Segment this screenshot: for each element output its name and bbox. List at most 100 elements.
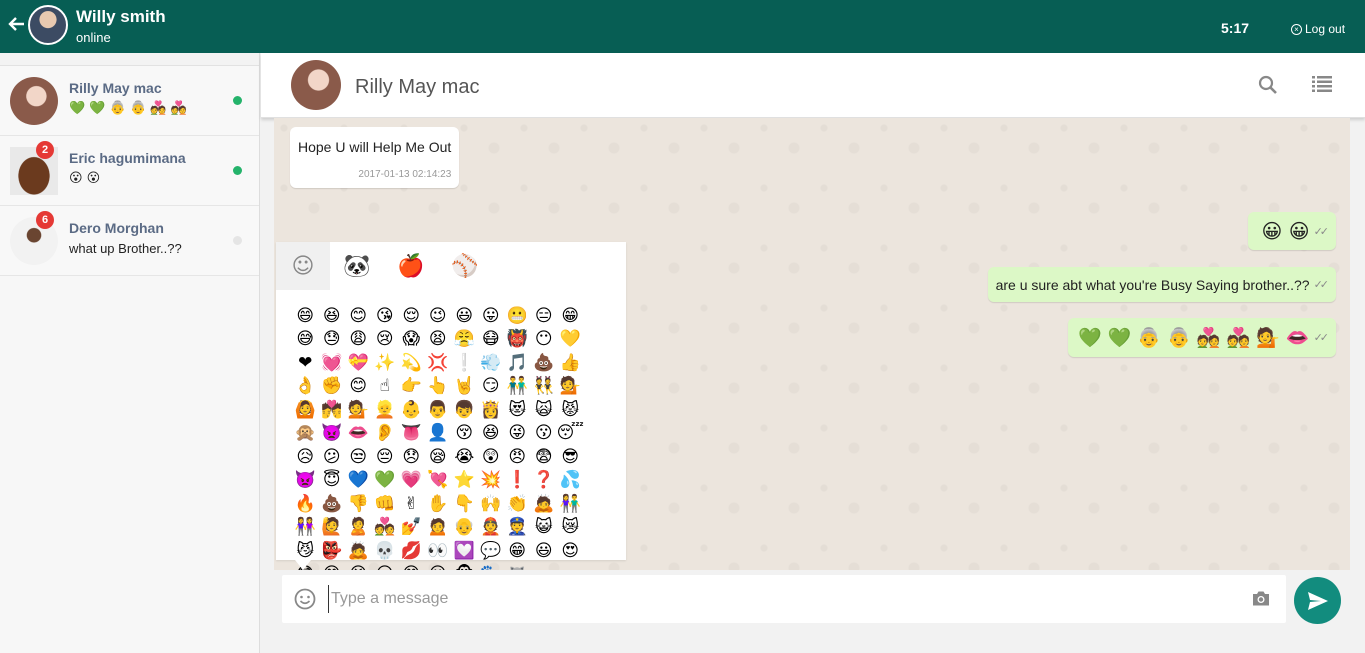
- emoji-option[interactable]: 😜: [504, 422, 531, 446]
- emoji-option[interactable]: 🙋: [319, 516, 346, 540]
- emoji-option[interactable]: 😬: [504, 304, 531, 328]
- emoji-option[interactable]: 🙀: [531, 398, 558, 422]
- back-arrow-icon[interactable]: [6, 14, 26, 34]
- emoji-option[interactable]: ☝: [372, 375, 399, 399]
- emoji-option[interactable]: 👄: [345, 422, 372, 446]
- tab-ball[interactable]: ⚾: [438, 242, 492, 290]
- emoji-option[interactable]: 🤘: [451, 375, 478, 399]
- emoji-option[interactable]: 😠: [504, 445, 531, 469]
- emoji-option[interactable]: 😨: [531, 445, 558, 469]
- emoji-option[interactable]: 😷: [478, 328, 505, 352]
- contact-item-dero[interactable]: 6 Dero Morghan what up Brother..??: [0, 206, 259, 276]
- emoji-option[interactable]: 😻: [504, 398, 531, 422]
- list-menu-icon[interactable]: [1312, 75, 1332, 93]
- emoji-option[interactable]: 😌: [398, 304, 425, 328]
- emoji-option[interactable]: 💙: [345, 469, 372, 493]
- emoji-option[interactable]: 👹: [504, 328, 531, 352]
- emoji-option[interactable]: 👌: [292, 375, 319, 399]
- emoji-toggle-icon[interactable]: [294, 588, 316, 610]
- emoji-option[interactable]: 🙇: [531, 492, 558, 516]
- emoji-option[interactable]: 💘: [425, 469, 452, 493]
- emoji-option[interactable]: 😪: [425, 445, 452, 469]
- emoji-option[interactable]: ⭐: [451, 469, 478, 493]
- emoji-option[interactable]: 💁: [557, 375, 584, 399]
- emoji-option[interactable]: 👮: [504, 516, 531, 540]
- emoji-option[interactable]: ❗: [504, 469, 531, 493]
- emoji-option[interactable]: 👫: [557, 492, 584, 516]
- contact-item-eric[interactable]: 2 Eric hagumimana 😮 😮: [0, 136, 259, 206]
- send-button[interactable]: [1294, 577, 1341, 624]
- emoji-option[interactable]: 😇: [319, 469, 346, 493]
- tab-smiley[interactable]: ☺: [276, 242, 330, 290]
- emoji-option[interactable]: 🙆: [292, 398, 319, 422]
- emoji-option[interactable]: 💢: [425, 351, 452, 375]
- emoji-option[interactable]: 👏: [504, 492, 531, 516]
- emoji-option[interactable]: ❤: [292, 351, 319, 375]
- emoji-option[interactable]: 💝: [345, 351, 372, 375]
- emoji-option[interactable]: 🙊: [292, 422, 319, 446]
- emoji-option[interactable]: 🔥: [292, 492, 319, 516]
- emoji-option[interactable]: 👿: [292, 469, 319, 493]
- emoji-option[interactable]: 💀: [372, 539, 399, 563]
- emoji-option[interactable]: 💟: [451, 539, 478, 563]
- emoji-option[interactable]: 😁: [504, 539, 531, 563]
- emoji-option[interactable]: 💁: [345, 398, 372, 422]
- emoji-option[interactable]: 😫: [425, 328, 452, 352]
- emoji-option[interactable]: 🙌: [478, 492, 505, 516]
- emoji-option[interactable]: 😁: [557, 304, 584, 328]
- emoji-option[interactable]: 👸: [478, 398, 505, 422]
- emoji-option[interactable]: 😼: [292, 539, 319, 563]
- emoji-option[interactable]: 👎: [345, 492, 372, 516]
- emoji-option[interactable]: 😾: [557, 398, 584, 422]
- emoji-option[interactable]: 😞: [398, 445, 425, 469]
- emoji-option[interactable]: 👱: [372, 398, 399, 422]
- emoji-option[interactable]: 💏: [319, 398, 346, 422]
- emoji-option[interactable]: 👿: [319, 422, 346, 446]
- emoji-option[interactable]: 👭: [292, 516, 319, 540]
- emoji-option[interactable]: 😛: [478, 304, 505, 328]
- emoji-option[interactable]: 👺: [319, 539, 346, 563]
- emoji-option[interactable]: 😔: [372, 445, 399, 469]
- emoji-option[interactable]: 😊: [345, 375, 372, 399]
- emoji-option[interactable]: ✋: [425, 492, 452, 516]
- emoji-option[interactable]: 💗: [398, 469, 425, 493]
- emoji-option[interactable]: 😘: [372, 304, 399, 328]
- emoji-option[interactable]: 👇: [451, 492, 478, 516]
- logout-button[interactable]: × Log out: [1291, 22, 1345, 36]
- emoji-option[interactable]: ✨: [372, 351, 399, 375]
- emoji-option[interactable]: 🙇: [345, 539, 372, 563]
- emoji-option[interactable]: 👅: [398, 422, 425, 446]
- tab-apple[interactable]: 🍎: [384, 242, 438, 290]
- emoji-option[interactable]: ❕: [451, 351, 478, 375]
- emoji-option[interactable]: 😏: [478, 375, 505, 399]
- emoji-option[interactable]: 👦: [451, 398, 478, 422]
- emoji-option[interactable]: 😭: [451, 445, 478, 469]
- emoji-option[interactable]: 💅: [398, 516, 425, 540]
- emoji-option[interactable]: 👀: [425, 539, 452, 563]
- emoji-option[interactable]: 🙍: [425, 516, 452, 540]
- emoji-option[interactable]: 😆: [478, 422, 505, 446]
- emoji-option[interactable]: 👂: [372, 422, 399, 446]
- emoji-option[interactable]: 👴: [451, 516, 478, 540]
- emoji-option[interactable]: 😃: [531, 539, 558, 563]
- emoji-option[interactable]: 💨: [478, 351, 505, 375]
- emoji-option[interactable]: 👨: [425, 398, 452, 422]
- emoji-option[interactable]: 😤: [451, 328, 478, 352]
- emoji-option[interactable]: 😗: [531, 422, 558, 446]
- emoji-option[interactable]: 💋: [398, 539, 425, 563]
- emoji-option[interactable]: 😃: [451, 304, 478, 328]
- emoji-option[interactable]: 💓: [319, 351, 346, 375]
- emoji-option[interactable]: 😕: [319, 445, 346, 469]
- emoji-option[interactable]: 😶: [531, 328, 558, 352]
- emoji-option[interactable]: 😉: [425, 304, 452, 328]
- contact-item-rilly[interactable]: Rilly May mac 💚 💚 👵 👵 💑 💑: [0, 66, 259, 136]
- emoji-option[interactable]: 😑: [531, 304, 558, 328]
- emoji-option[interactable]: 😄: [292, 304, 319, 328]
- emoji-option[interactable]: 😒: [345, 445, 372, 469]
- emoji-option[interactable]: 😊: [345, 304, 372, 328]
- emoji-option[interactable]: 💫: [398, 351, 425, 375]
- emoji-option[interactable]: 😓: [319, 328, 346, 352]
- emoji-option[interactable]: 💚: [372, 469, 399, 493]
- emoji-option[interactable]: 😱: [398, 328, 425, 352]
- emoji-option[interactable]: 💦: [557, 469, 584, 493]
